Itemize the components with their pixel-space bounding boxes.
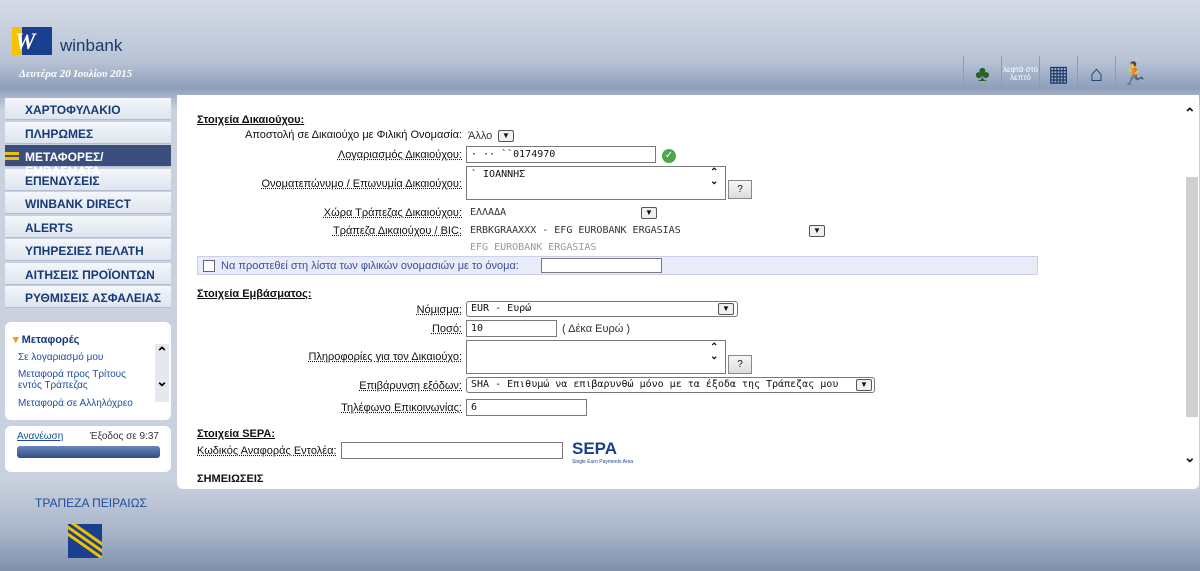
account-input[interactable]: · ·· ``0174970 xyxy=(466,146,656,163)
info-input[interactable] xyxy=(466,340,726,374)
transfer-form-panel: Στοιχεία Δικαιούχου: Αποστολή σε Δικαιού… xyxy=(177,95,1199,489)
country-dropdown[interactable]: ▼ xyxy=(641,207,657,219)
main-nav: ΧΑΡΤΟΦΥΛΑΚΙΟ ΠΛΗΡΩΜΕΣ ΜΕΤΑΦΟΡΕΣ/ΕΜΒΑΣΜΑΤ… xyxy=(5,98,171,310)
top-toolbar: ♣ λεφτά στο λεπτό ▦ ⌂ 🏃 xyxy=(963,56,1153,91)
charges-select[interactable]: SHA - Επιθυμώ να επιβαρυνθώ μόνο με τα έ… xyxy=(466,377,875,393)
currency-select[interactable]: EUR - Ευρώ xyxy=(466,301,738,317)
sepa-ref-input[interactable] xyxy=(341,442,563,459)
chevron-up-icon[interactable]: ⌃ xyxy=(155,344,169,373)
winbank-logo: W xyxy=(12,27,52,55)
bank-label: Τράπεζα Δικαιούχου / BIC: xyxy=(332,225,462,237)
brand-name: winbank xyxy=(60,36,123,55)
logout-runner-icon[interactable]: 🏃 xyxy=(1115,56,1153,91)
friendly-name-value: Άλλο xyxy=(468,130,493,142)
add-friendly-row: Να προστεθεί στη λίστα των φιλικών ονομα… xyxy=(197,256,1038,275)
nav-item-alerts[interactable]: ALERTS xyxy=(5,215,171,238)
name-help-button[interactable]: ? xyxy=(728,180,752,199)
nav-item-winbank-direct[interactable]: WINBANK DIRECT xyxy=(5,192,171,214)
current-date: Δευτέρα 20 Ιουλίου 2015 xyxy=(19,68,133,80)
calculator-icon[interactable]: ▦ xyxy=(1039,56,1077,91)
charges-label: Επιβάρυνση εξόδων: xyxy=(359,380,462,392)
name-input[interactable]: ` ΙΟΑΝΝΗΣ xyxy=(466,166,726,200)
amount-label: Ποσό: xyxy=(431,323,462,335)
home-icon[interactable]: ⌂ xyxy=(1077,56,1115,91)
tree-icon[interactable]: ♣ xyxy=(963,56,1001,91)
nav-item-transfers[interactable]: ΜΕΤΑΦΟΡΕΣ/ΕΜΒΑΣΜΑΤΑ xyxy=(5,145,171,178)
bank-value: ERBKGRAAXXX - EFG EUROBANK ERGASIAS xyxy=(470,225,681,236)
charges-dropdown[interactable]: ▼ xyxy=(856,379,872,391)
main-scrollbar[interactable]: ⌃ ⌄ xyxy=(1181,95,1199,489)
sepa-logo: SEPA Single Euro Payments Area xyxy=(572,439,634,465)
submenu-link-third-party[interactable]: Μεταφορά προς Τρίτους εντός Τράπεζας xyxy=(18,369,148,391)
bank-name: ΤΡΑΠΕΖΑ ΠΕΙΡΑΙΩΣ xyxy=(35,496,147,510)
friendly-name-label: Αποστολή σε Δικαιούχο με Φιλική Ονομασία… xyxy=(245,129,462,141)
notes-section-title: ΣΗΜΕΙΩΣΕΙΣ xyxy=(197,473,264,485)
info-help-button[interactable]: ? xyxy=(728,355,752,374)
submenu-scrollbar[interactable]: ⌃ ⌄ xyxy=(155,344,169,402)
scroll-arrows-icon: ⌃ ⌄ xyxy=(710,167,719,187)
submenu-link-own-account[interactable]: Σε λογαριασμό μου xyxy=(18,352,148,363)
nav-item-security-settings[interactable]: ΡΥΘΜΙΣΕΙΣ ΑΣΦΑΛΕΙΑΣ xyxy=(5,286,171,308)
name-label: Ονοματεπώνυμο / Επωνυμία Δικαιούχου: xyxy=(261,178,462,190)
nav-item-customer-services[interactable]: ΥΠΗΡΕΣΙΕΣ ΠΕΛΑΤΗ xyxy=(5,239,171,261)
currency-dropdown[interactable]: ▼ xyxy=(718,303,734,315)
piraeus-logo xyxy=(68,524,102,558)
add-friendly-checkbox[interactable] xyxy=(203,260,215,272)
nav-item-payments[interactable]: ΠΛΗΡΩΜΕΣ xyxy=(5,121,171,144)
leaf-text-icon[interactable]: λεφτά στο λεπτό xyxy=(1001,56,1039,91)
sepa-section-title: Στοιχεία SEPA: xyxy=(197,428,276,440)
transfers-submenu: Μεταφορές Σε λογαριασμό μου Μεταφορά προ… xyxy=(5,322,171,420)
transfer-section-title: Στοιχεία Εμβάσματος: xyxy=(197,288,312,300)
bank-name-display: EFG EUROBANK ERGASIAS xyxy=(470,242,597,253)
add-friendly-label: Να προστεθεί στη λίστα των φιλικών ονομα… xyxy=(221,260,519,272)
amount-input[interactable]: 10 xyxy=(466,320,557,337)
submenu-title: Μεταφορές xyxy=(13,333,80,346)
sepa-ref-label: Κωδικός Αναφοράς Εντολέα: xyxy=(197,445,337,457)
country-value: ΕΛΛΑΔΑ xyxy=(470,207,507,218)
refresh-link[interactable]: Ανανέωση xyxy=(17,431,63,442)
nav-item-product-applications[interactable]: ΑΙΤΗΣΕΙΣ ΠΡΟΪΟΝΤΩΝ xyxy=(5,262,171,285)
submenu-link-current-account[interactable]: Μεταφορά σε Αλλ​ηλόχρεο xyxy=(18,398,148,409)
chevron-down-icon[interactable]: ⌄ xyxy=(1184,449,1196,466)
currency-label: Νόμισμα: xyxy=(416,304,462,316)
country-label: Χώρα Τράπεζας Δικαιούχου: xyxy=(323,207,462,219)
phone-input[interactable]: 6 xyxy=(466,399,587,416)
scroll-arrows-icon: ⌃ ⌄ xyxy=(710,342,719,362)
session-progress-bar xyxy=(17,446,160,458)
nav-item-portfolio[interactable]: ΧΑΡΤΟΦΥΛΑΚΙΟ xyxy=(5,98,171,120)
chevron-up-icon[interactable]: ⌃ xyxy=(1184,105,1196,122)
friendly-name-input[interactable] xyxy=(541,258,662,273)
info-label: Πληροφορίες για τον Δικαιούχο: xyxy=(308,351,462,363)
chevron-down-icon[interactable]: ⌄ xyxy=(155,373,169,402)
scrollbar-thumb[interactable] xyxy=(1186,177,1198,417)
account-label: Λογαριασμός Δικαιούχου: xyxy=(337,149,462,161)
check-icon: ✓ xyxy=(662,149,676,163)
session-box: Ανανέωση Έξοδος σε 9:37 xyxy=(5,426,171,472)
beneficiary-section-title: Στοιχεία Δικαιούχου: xyxy=(197,114,305,126)
session-timer: Έξοδος σε 9:37 xyxy=(89,431,159,442)
friendly-name-dropdown[interactable]: ▼ xyxy=(498,130,514,142)
bank-dropdown[interactable]: ▼ xyxy=(809,225,825,237)
phone-label: Τηλέφωνο Επικοινωνίας: xyxy=(341,402,462,414)
amount-words: ( Δέκα Ευρώ ) xyxy=(562,323,631,335)
